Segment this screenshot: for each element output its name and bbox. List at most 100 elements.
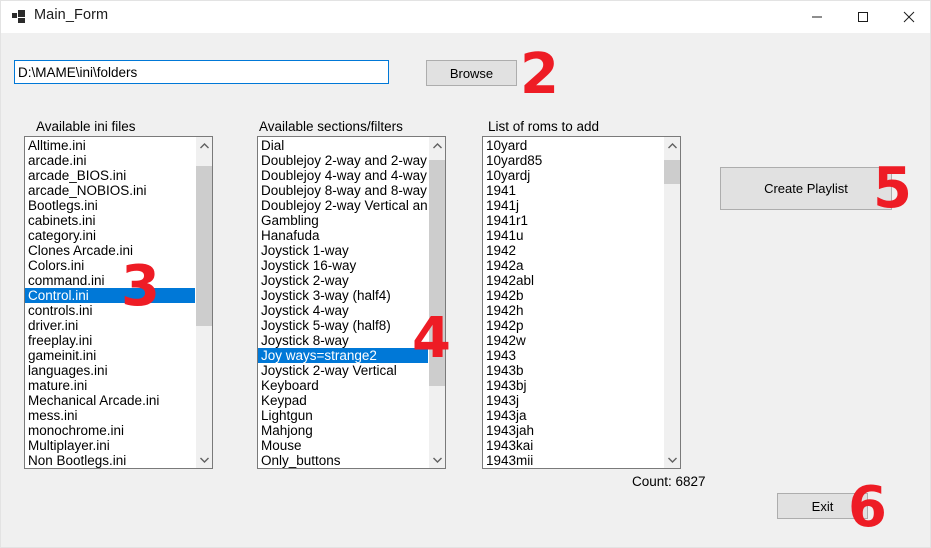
list-item[interactable]: Joystick 8-way [258, 333, 428, 348]
list-item[interactable]: 1941u [483, 228, 663, 243]
list-item[interactable]: Alltime.ini [25, 138, 195, 153]
list-item[interactable]: 1942h [483, 303, 663, 318]
list-item[interactable]: freeplay.ini [25, 333, 195, 348]
list-item[interactable]: Joystick 2-way [258, 273, 428, 288]
roms-scrollbar[interactable] [663, 137, 680, 468]
available-ini-files-label: Available ini files [36, 119, 136, 134]
list-item[interactable]: 1941j [483, 198, 663, 213]
list-item[interactable]: command.ini [25, 273, 195, 288]
rom-count-label: Count: 6827 [632, 474, 706, 489]
list-item[interactable]: Joystick 4-way [258, 303, 428, 318]
browse-button[interactable]: Browse [426, 60, 517, 86]
available-ini-files-listbox[interactable]: Alltime.ini arcade.ini arcade_BIOS.ini arca… [24, 136, 213, 469]
list-item[interactable]: 1943kai [483, 438, 663, 453]
available-sections-listbox[interactable]: Dial Doublejoy 2-way and 2-way Doublejoy 4… [257, 136, 446, 469]
scroll-up-icon[interactable] [429, 137, 445, 154]
folder-path-input[interactable] [14, 60, 389, 84]
list-item[interactable]: 1942w [483, 333, 663, 348]
list-item[interactable]: Mouse [258, 438, 428, 453]
ini-scrollbar[interactable] [195, 137, 212, 468]
list-item[interactable]: category.ini [25, 228, 195, 243]
scrollbar-thumb[interactable] [429, 159, 445, 386]
list-item[interactable]: Doublejoy 4-way and 4-way [258, 168, 428, 183]
list-item[interactable]: 1942 [483, 243, 663, 258]
list-item[interactable]: Mahjong [258, 423, 428, 438]
list-item[interactable]: Dial [258, 138, 428, 153]
list-item[interactable]: Hanafuda [258, 228, 428, 243]
list-item[interactable]: monochrome.ini [25, 423, 195, 438]
maximize-icon[interactable] [840, 1, 886, 32]
title-bar: Main_Form [1, 1, 930, 33]
list-item[interactable]: Joystick 1-way [258, 243, 428, 258]
annotation-2: 2 [520, 42, 559, 107]
minimize-icon[interactable] [794, 1, 840, 32]
list-item[interactable]: cabinets.ini [25, 213, 195, 228]
list-item[interactable]: Lightgun [258, 408, 428, 423]
list-item[interactable]: arcade_BIOS.ini [25, 168, 195, 183]
list-item[interactable]: Bootlegs.ini [25, 198, 195, 213]
list-item[interactable]: Control.ini [25, 288, 195, 303]
scroll-up-icon[interactable] [196, 137, 212, 154]
list-item[interactable]: controls.ini [25, 303, 195, 318]
list-item[interactable]: Mechanical Arcade.ini [25, 393, 195, 408]
list-item[interactable]: Keypad [258, 393, 428, 408]
scrollbar-thumb[interactable] [196, 165, 212, 327]
list-item[interactable]: gameinit.ini [25, 348, 195, 363]
list-item[interactable]: 10yard85 [483, 153, 663, 168]
close-icon[interactable] [886, 1, 930, 32]
scrollbar-thumb[interactable] [664, 159, 680, 184]
list-item[interactable]: arcade.ini [25, 153, 195, 168]
list-item[interactable]: 1943j [483, 393, 663, 408]
list-item[interactable]: 10yardj [483, 168, 663, 183]
scroll-down-icon[interactable] [429, 451, 445, 468]
scroll-down-icon[interactable] [196, 451, 212, 468]
list-of-roms-label: List of roms to add [488, 119, 600, 134]
list-item[interactable]: Doublejoy 2-way and 2-way [258, 153, 428, 168]
list-item[interactable]: Joystick 5-way (half8) [258, 318, 428, 333]
available-sections-label: Available sections/filters [259, 119, 403, 134]
list-item[interactable]: languages.ini [25, 363, 195, 378]
list-item[interactable]: 1942b [483, 288, 663, 303]
list-item[interactable]: Joystick 16-way [258, 258, 428, 273]
list-item[interactable]: 1942abl [483, 273, 663, 288]
list-item[interactable]: 1941r1 [483, 213, 663, 228]
list-item[interactable]: driver.ini [25, 318, 195, 333]
list-item[interactable]: 10yard [483, 138, 663, 153]
list-item[interactable]: Joystick 2-way Vertical [258, 363, 428, 378]
list-item[interactable]: arcade_NOBIOS.ini [25, 183, 195, 198]
list-item[interactable]: Doublejoy 2-way Vertical and 2 [258, 198, 428, 213]
list-item[interactable]: 1943ja [483, 408, 663, 423]
list-item[interactable]: mature.ini [25, 378, 195, 393]
list-item[interactable]: 1942p [483, 318, 663, 333]
exit-button[interactable]: Exit [777, 493, 868, 519]
app-icon [12, 10, 26, 23]
section-rows: Dial Doublejoy 2-way and 2-way Doublejoy 4… [258, 138, 428, 468]
list-item[interactable]: 1943mii [483, 453, 663, 468]
scroll-down-icon[interactable] [664, 451, 680, 468]
list-item[interactable]: 1943bj [483, 378, 663, 393]
list-item[interactable]: 1943b [483, 363, 663, 378]
list-item[interactable]: Colors.ini [25, 258, 195, 273]
list-item[interactable]: 1942a [483, 258, 663, 273]
list-item[interactable]: Only_buttons [258, 453, 428, 468]
list-item[interactable]: mess.ini [25, 408, 195, 423]
list-item[interactable]: Clones Arcade.ini [25, 243, 195, 258]
list-item[interactable]: 1941 [483, 183, 663, 198]
list-item[interactable]: Gambling [258, 213, 428, 228]
list-item[interactable]: 1943jah [483, 423, 663, 438]
list-item[interactable]: Non Bootlegs.ini [25, 453, 195, 468]
create-playlist-button[interactable]: Create Playlist [720, 167, 892, 210]
sections-scrollbar[interactable] [428, 137, 445, 468]
list-item[interactable]: Joystick 3-way (half4) [258, 288, 428, 303]
rom-rows: 10yard 10yard85 10yardj 1941 1941j 1941r1 1941… [483, 138, 663, 468]
window-title: Main_Form [34, 7, 109, 23]
scroll-up-icon[interactable] [664, 137, 680, 154]
list-item[interactable]: Multiplayer.ini [25, 438, 195, 453]
list-item[interactable]: Keyboard [258, 378, 428, 393]
main-form-window: Main_Form Browse Available ini files Ava… [0, 0, 931, 548]
list-item[interactable]: Doublejoy 8-way and 8-way [258, 183, 428, 198]
list-item[interactable]: Joy ways=strange2 [258, 348, 428, 363]
roms-to-add-listbox[interactable]: 10yard 10yard85 10yardj 1941 1941j 1941r1 1941… [482, 136, 681, 469]
ini-file-rows: Alltime.ini arcade.ini arcade_BIOS.ini arca… [25, 138, 195, 468]
list-item[interactable]: 1943 [483, 348, 663, 363]
